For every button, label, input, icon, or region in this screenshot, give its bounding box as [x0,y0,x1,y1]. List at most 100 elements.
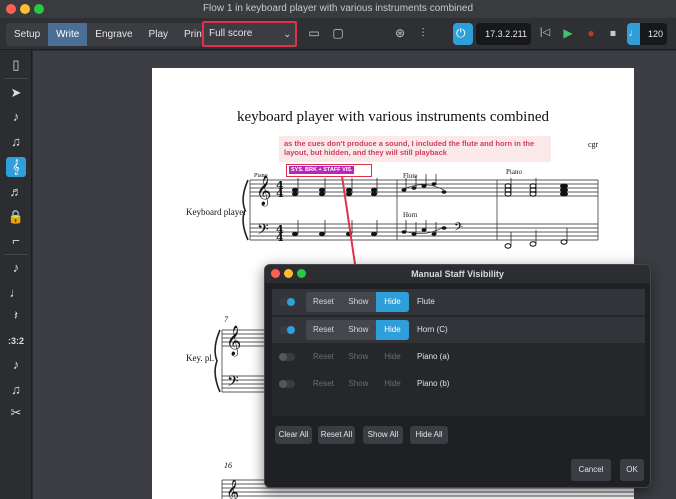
chord-input-icon[interactable]: ♫ [6,132,26,152]
rewind-icon[interactable]: |◁ [538,26,552,40]
clear-all-button[interactable]: Clear All [275,426,312,444]
hide-button[interactable]: Hide [376,374,409,394]
instrument-name: Piano (b) [417,379,450,388]
cue-label-horn: Horn [403,211,418,219]
bass-clef-icon: 𝄢 [227,373,239,394]
tie-icon[interactable]: ♫ [6,380,26,400]
cue-label-piano-right: Piano [506,168,522,176]
ok-button[interactable]: OK [620,459,644,481]
galley-view-icon[interactable]: ▭ [307,26,321,40]
bass-clef-icon: 𝄢 [257,221,269,242]
window-titlebar: Flow 1 in keyboard player with various i… [0,0,676,18]
hide-all-button[interactable]: Hide All [410,426,448,444]
show-all-button[interactable]: Show All [363,426,403,444]
film-reel-icon[interactable]: ⊛ [393,26,407,40]
note-icon: ♩ [627,23,640,45]
signpost-highlight: SYS. BRK + STAFF VIS. [286,164,372,177]
panel-toggle-icon[interactable]: ▯ [6,55,26,75]
cancel-button[interactable]: Cancel [571,459,611,481]
mode-switcher: Setup Write Engrave Play Print [6,23,213,46]
treble-clef-icon: 𝄞 [226,479,239,499]
divider [4,254,28,255]
treble-clef-icon: 𝄞 [256,175,271,207]
visibility-segment: Reset Show Hide [306,320,409,340]
dialog-title: Manual Staff Visibility [411,269,504,279]
reset-button[interactable]: Reset [306,347,341,367]
dialog-titlebar: Manual Staff Visibility [265,265,650,283]
svg-text:4: 4 [276,187,284,200]
staff-row-horn[interactable]: Reset Show Hide Horn (C) [272,317,645,343]
mode-write[interactable]: Write [48,23,88,46]
rest-icon[interactable]: 𝄽 [6,306,26,326]
visibility-toggle[interactable] [279,326,295,334]
instrument-name: Horn (C) [417,325,448,334]
force-duration-icon[interactable]: ♬ [6,182,26,202]
signpost[interactable]: SYS. BRK + STAFF VIS. [289,166,355,174]
visibility-toggle[interactable] [279,298,295,306]
show-button[interactable]: Show [341,292,376,312]
hide-button[interactable]: Hide [375,292,409,312]
staff-visibility-dialog: Manual Staff Visibility Reset Show Hide … [264,264,651,488]
bass-clef-icon: 𝄢 [454,221,463,237]
instrument-name: Piano (a) [417,352,450,361]
dotted-note-icon[interactable]: ♩ [6,283,26,303]
visibility-toggle[interactable] [279,353,295,361]
power-icon: ⏻ [456,26,466,40]
toolbar: Setup Write Engrave Play Print Full scor… [0,18,676,50]
note-input-icon[interactable]: ♪ [6,107,26,127]
window-title: Flow 1 in keyboard player with various i… [202,3,474,14]
caret-icon[interactable]: ⌐ [6,231,26,251]
svg-text:4: 4 [276,231,284,244]
tempo-display[interactable]: ♩ 120 [627,23,667,45]
scissors-icon[interactable]: ✂ [6,403,26,423]
reset-button[interactable]: Reset [306,374,341,394]
mode-play[interactable]: Play [141,23,176,46]
transport-toggle-button[interactable]: ⏻ [453,23,473,45]
mode-setup[interactable]: Setup [6,23,48,46]
annotation-text: as the cues don't produce a sound, I inc… [279,136,551,162]
player-name: Keyboard player [186,207,247,217]
tempo-value: 120 [647,29,663,39]
treble-clef-icon: 𝄞 [226,325,241,357]
visibility-segment: Reset Show Hide [306,374,409,394]
cue-label-flute: Flute [403,172,418,180]
reset-button[interactable]: Reset [306,320,341,340]
staff-row-flute[interactable]: Reset Show Hide Flute [272,289,645,315]
layout-select[interactable]: Full score ⌄ [202,21,297,47]
cue-label-piano: Piano [254,173,268,179]
visibility-segment: Reset Show Hide [306,292,409,312]
accent-icon[interactable]: ♪ [6,355,26,375]
tuplet-icon[interactable]: :3:2 [6,331,26,351]
show-button[interactable]: Show [341,320,376,340]
instrument-name: Flute [417,297,435,306]
mixer-icon[interactable]: ⫶ [416,26,430,40]
grace-note-icon[interactable]: ♪ [6,258,26,278]
record-icon[interactable]: ● [584,26,598,40]
player-abbrev: Key. pl. [186,353,215,363]
staff-list: Reset Show Hide Flute Reset Show Hide Ho… [272,289,645,416]
time-counter[interactable]: 17.3.2.211 [476,23,531,45]
bar-number: 16 [224,461,232,470]
layout-select-value: Full score [209,28,253,39]
mode-engrave[interactable]: Engrave [87,23,140,46]
page-view-icon[interactable]: ▢ [331,26,345,40]
staff-row-piano-b[interactable]: Reset Show Hide Piano (b) [272,371,645,397]
visibility-toggle[interactable] [279,380,295,388]
divider [4,78,28,79]
hide-button[interactable]: Hide [375,320,409,340]
show-button[interactable]: Show [341,347,376,367]
click-icon[interactable]: ⏹ [606,26,620,40]
bar-number: 7 [224,315,228,324]
reset-button[interactable]: Reset [306,292,341,312]
notes-toolbox: ▯ ➤ ♪ ♫ 𝄞 ♬ 🔒 ⌐ ♪ ♩ 𝄽 :3:2 ♪ ♫ ✂ [0,50,32,499]
hide-button[interactable]: Hide [376,347,409,367]
insert-mode-icon[interactable]: 𝄞 [6,157,26,177]
show-button[interactable]: Show [341,374,376,394]
visibility-segment: Reset Show Hide [306,347,409,367]
play-icon[interactable]: ▶ [561,26,575,40]
reset-all-button[interactable]: Reset All [318,426,355,444]
chevron-down-icon: ⌄ [283,29,291,39]
staff-row-piano-a[interactable]: Reset Show Hide Piano (a) [272,344,645,370]
select-tool-icon[interactable]: ➤ [6,83,26,103]
lock-icon[interactable]: 🔒 [6,207,26,227]
